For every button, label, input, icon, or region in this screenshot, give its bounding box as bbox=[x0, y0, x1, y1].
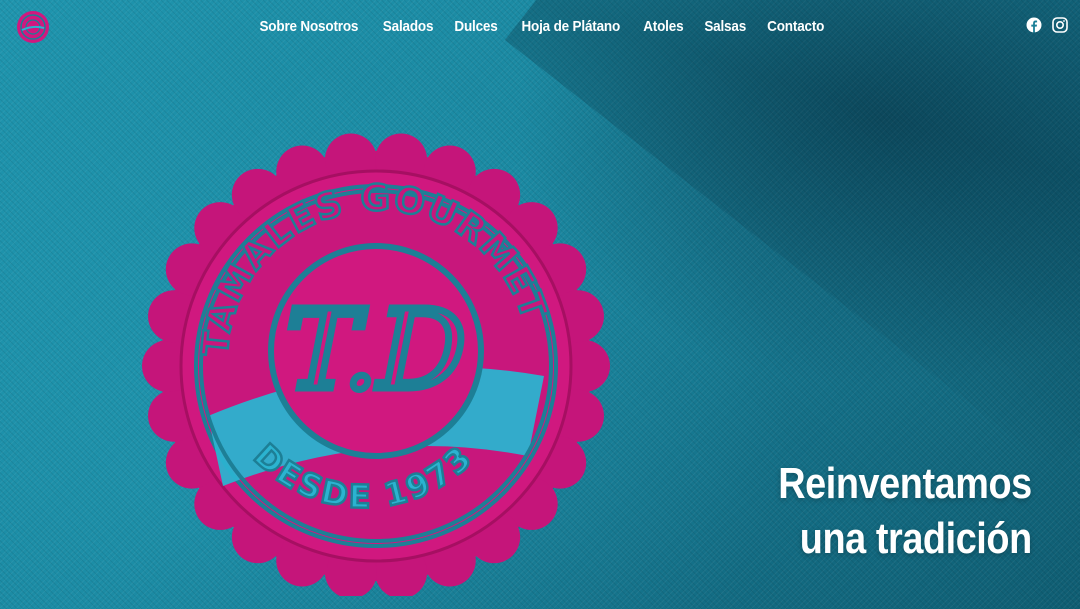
nav-link-salados[interactable]: Salados bbox=[383, 18, 434, 35]
embroidered-emblem: TAMALES GOURMET T.D DESDE 1973 bbox=[142, 133, 610, 596]
nav-link-hoja-de-platano[interactable]: Hoja de Plátano bbox=[521, 18, 620, 35]
facebook-icon[interactable] bbox=[1026, 17, 1042, 33]
nav-link-salsas[interactable]: Salsas bbox=[704, 18, 746, 35]
top-navbar: Sobre Nosotros Salados Dulces Hoja de Pl… bbox=[0, 0, 1080, 56]
instagram-icon[interactable] bbox=[1052, 17, 1068, 33]
nav-link-dulces[interactable]: Dulces bbox=[454, 18, 497, 35]
hero-tagline-line1: Reinventamos bbox=[778, 459, 1033, 508]
social-links bbox=[1026, 17, 1068, 33]
emblem-monogram: T.D bbox=[286, 286, 466, 414]
nav-link-atoles[interactable]: Atoles bbox=[644, 18, 684, 35]
hero-tagline-line2: una tradición bbox=[800, 514, 1032, 563]
nav-link-contacto[interactable]: Contacto bbox=[768, 18, 825, 35]
hero-tagline: Reinventamos una tradición bbox=[737, 456, 1033, 566]
main-nav: Sobre Nosotros Salados Dulces Hoja de Pl… bbox=[0, 18, 1080, 35]
nav-link-sobre-nosotros[interactable]: Sobre Nosotros bbox=[260, 18, 359, 35]
